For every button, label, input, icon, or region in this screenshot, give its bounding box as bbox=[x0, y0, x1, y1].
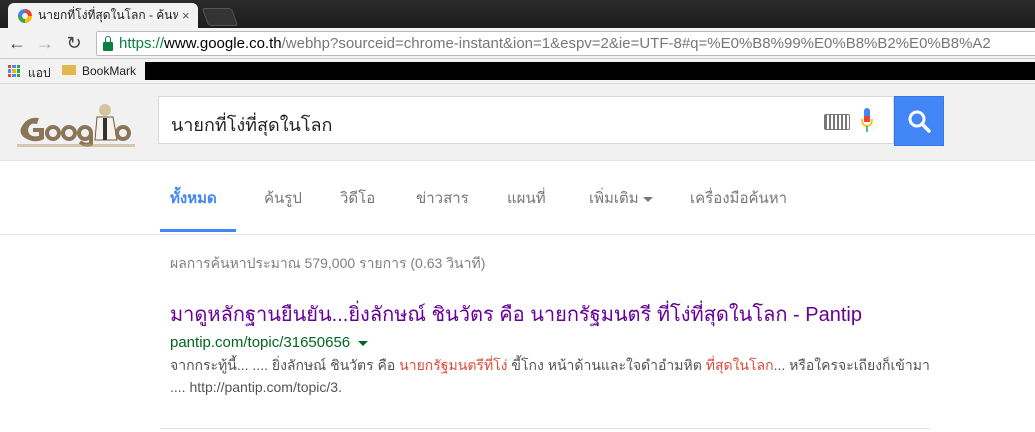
address-bar[interactable]: https://www.google.co.th/webhp?sourceid=… bbox=[96, 31, 1035, 56]
result-url-text: pantip.com/topic/31650656 bbox=[170, 334, 351, 351]
bookmark-apps[interactable]: แอป bbox=[28, 64, 51, 83]
url-host: www.google.co.th bbox=[164, 35, 282, 52]
tab-images[interactable]: ค้นรูป bbox=[264, 186, 302, 210]
search-header: นายกที่โง่ที่สุดในโลก bbox=[0, 84, 1035, 161]
result-url: pantip.com/topic/31650656 bbox=[170, 334, 930, 351]
browser-tab[interactable]: นายกที่โง่ที่สุดในโลก - ค้นหาด้ × bbox=[8, 3, 198, 28]
magnifier-icon bbox=[908, 110, 931, 133]
tab-maps[interactable]: แผนที่ bbox=[507, 186, 546, 210]
folder-icon bbox=[62, 65, 76, 75]
divider bbox=[0, 234, 1035, 235]
snippet-highlight: ที่สุดในโลก bbox=[705, 357, 774, 373]
tab-close-icon[interactable]: × bbox=[182, 8, 190, 23]
tab-search-tools[interactable]: เครื่องมือค้นหา bbox=[690, 186, 787, 210]
tab-videos[interactable]: วิดีโอ bbox=[340, 186, 375, 210]
tab-title: นายกที่โง่ที่สุดในโลก - ค้นหาด้ bbox=[38, 8, 178, 22]
result-stats: ผลการค้นหาประมาณ 579,000 รายการ (0.63 วิ… bbox=[170, 255, 486, 271]
active-tab-indicator bbox=[160, 229, 236, 232]
forward-arrow-icon[interactable]: → bbox=[34, 32, 56, 54]
url-path: /webhp?sourceid=chrome-instant&ion=1&esp… bbox=[281, 35, 991, 52]
snippet-text: จากกระทู้นี้... .... ยิ่งลักษณ์ ชินวัตร … bbox=[170, 357, 400, 373]
browser-titlebar: นายกที่โง่ที่สุดในโลก - ค้นหาด้ × bbox=[0, 0, 1035, 28]
google-favicon-icon bbox=[18, 8, 32, 23]
result-title-link[interactable]: มาดูหลักฐานยืนยัน...ยิ่งลักษณ์ ชินวัตร ค… bbox=[170, 302, 930, 328]
snippet-text: ขี้โกง หน้าด้านและใจดำอำมหิต bbox=[507, 357, 706, 373]
new-tab-button[interactable] bbox=[201, 8, 239, 26]
keyboard-icon[interactable] bbox=[824, 114, 850, 130]
snippet-highlight: นายกรัฐมนตรีที่โง่ bbox=[399, 357, 508, 373]
search-button[interactable] bbox=[894, 96, 944, 146]
caret-down-icon[interactable] bbox=[358, 340, 369, 346]
browser-toolbar: ← → ↻ https://www.google.co.th/webhp?sou… bbox=[0, 28, 1035, 59]
google-doodle-logo[interactable] bbox=[17, 100, 135, 148]
tab-more[interactable]: เพิ่มเติม bbox=[589, 186, 653, 210]
redacted-bookmarks bbox=[145, 62, 1035, 80]
tab-all[interactable]: ทั้งหมด bbox=[170, 186, 217, 210]
search-input[interactable]: นายกที่โง่ที่สุดในโลก bbox=[171, 110, 332, 139]
lock-icon bbox=[103, 35, 113, 51]
microphone-icon[interactable] bbox=[861, 108, 873, 134]
search-box[interactable]: นายกที่โง่ที่สุดในโลก bbox=[158, 96, 894, 144]
search-tabs: ทั้งหมด ค้นรูป วิดีโอ ข่าวสาร แผนที่ เพิ… bbox=[0, 176, 1035, 234]
reload-icon[interactable]: ↻ bbox=[63, 32, 85, 54]
result-snippet: จากกระทู้นี้... .... ยิ่งลักษณ์ ชินวัตร … bbox=[170, 354, 930, 398]
caret-down-icon bbox=[642, 196, 653, 202]
url-scheme: https:// bbox=[119, 35, 165, 52]
back-arrow-icon[interactable]: ← bbox=[6, 32, 28, 54]
tab-more-label: เพิ่มเติม bbox=[589, 190, 639, 207]
search-result: มาดูหลักฐานยืนยัน...ยิ่งลักษณ์ ชินวัตร ค… bbox=[170, 302, 930, 398]
divider bbox=[160, 428, 930, 429]
tab-news[interactable]: ข่าวสาร bbox=[416, 186, 469, 210]
bookmark-folder[interactable]: BookMark bbox=[82, 64, 136, 78]
apps-grid-icon[interactable] bbox=[8, 65, 20, 77]
